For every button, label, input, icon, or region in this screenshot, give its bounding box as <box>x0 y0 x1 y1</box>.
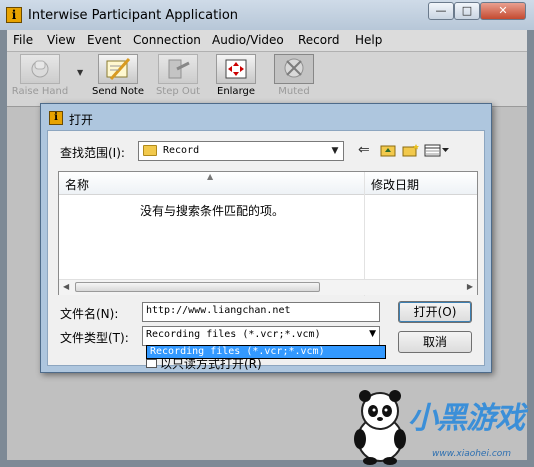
muted-button[interactable]: Muted <box>269 54 319 97</box>
chevron-down-icon[interactable]: ▼ <box>327 142 343 160</box>
step-out-icon <box>158 54 198 84</box>
menu-view[interactable]: View <box>47 33 75 47</box>
app-icon[interactable]: i <box>6 7 22 23</box>
back-arrow-icon[interactable]: ⇐ <box>358 143 370 157</box>
menu-audio-video[interactable]: Audio/Video <box>212 33 284 47</box>
filetype-option[interactable]: Recording files (*.vcr;*.vcm) <box>147 346 385 358</box>
filetype-label: 文件类型(T): <box>60 331 129 345</box>
look-in-label: 查找范围(I): <box>60 146 125 160</box>
raise-hand-icon <box>20 54 60 84</box>
dialog-app-icon: i <box>49 111 63 125</box>
scroll-right-icon[interactable]: ▶ <box>467 282 473 291</box>
filetype-dropdown-list[interactable]: Recording files (*.vcr;*.vcm) <box>146 345 386 359</box>
note-pencil-icon <box>98 54 138 84</box>
muted-icon <box>274 54 314 84</box>
empty-list-message: 没有与搜索条件匹配的项。 <box>139 204 284 218</box>
filename-input[interactable]: http://www.liangchan.net <box>142 302 380 322</box>
new-folder-icon[interactable] <box>402 143 420 160</box>
minimize-button[interactable]: — <box>428 2 454 20</box>
filetype-select[interactable]: Recording files (*.vcr;*.vcm) ▼ <box>142 326 380 346</box>
raise-hand-button[interactable]: Raise Hand <box>11 54 69 97</box>
step-out-button[interactable]: Step Out <box>153 54 203 97</box>
panda-icon <box>354 390 406 465</box>
watermark-text: 小黑游戏 <box>408 401 525 436</box>
open-button[interactable]: 打开(O) <box>398 301 472 323</box>
enlarge-label: Enlarge <box>217 86 255 97</box>
filetype-value: Recording files (*.vcr;*.vcm) <box>146 329 321 340</box>
view-menu-icon[interactable] <box>424 143 450 160</box>
enlarge-button[interactable]: Enlarge <box>211 54 261 97</box>
list-header: 名称 ▲ 修改日期 <box>59 172 477 195</box>
watermark-logo: 小黑游戏 www.xiaohei.com <box>350 385 534 467</box>
chevron-down-icon[interactable]: ▼ <box>77 68 83 77</box>
column-separator <box>364 172 365 296</box>
enlarge-arrows-icon <box>216 54 256 84</box>
menu-help[interactable]: Help <box>355 33 382 47</box>
toolbar: Raise Hand ▼ Send Note Step Out Enlarge <box>7 52 527 107</box>
open-file-dialog: i 打开 查找范围(I): Record ▼ ⇐ 名称 ▲ 修改日期 没有与搜索… <box>40 103 492 373</box>
send-note-button[interactable]: Send Note <box>91 54 145 97</box>
maximize-button[interactable]: □ <box>454 2 480 20</box>
watermark-url: www.xiaohei.com <box>432 449 512 459</box>
muted-label: Muted <box>278 86 310 97</box>
menu-file[interactable]: File <box>13 33 33 47</box>
dialog-title: 打开 <box>69 113 94 127</box>
menu-event[interactable]: Event <box>87 33 121 47</box>
readonly-checkbox[interactable] <box>146 359 157 368</box>
folder-icon <box>143 145 157 156</box>
raise-hand-label: Raise Hand <box>11 86 69 97</box>
menu-record[interactable]: Record <box>298 33 339 47</box>
column-name[interactable]: 名称 <box>65 176 89 193</box>
send-note-label: Send Note <box>91 86 145 97</box>
up-folder-icon[interactable] <box>380 143 396 160</box>
dialog-body: 查找范围(I): Record ▼ ⇐ 名称 ▲ 修改日期 没有与搜索条件匹配的… <box>47 130 485 371</box>
cancel-button[interactable]: 取消 <box>398 331 472 353</box>
close-button[interactable]: ✕ <box>480 2 526 20</box>
step-out-label: Step Out <box>155 86 201 97</box>
menu-connection[interactable]: Connection <box>133 33 201 47</box>
look-in-dropdown[interactable]: Record ▼ <box>138 141 344 161</box>
scrollbar-thumb[interactable] <box>75 282 320 292</box>
horizontal-scrollbar[interactable]: ◀ ▶ <box>59 279 477 295</box>
window-title: Interwise Participant Application <box>28 8 239 23</box>
title-bar[interactable]: i Interwise Participant Application — □ … <box>0 0 534 30</box>
scroll-left-icon[interactable]: ◀ <box>63 282 69 291</box>
menu-bar: File View Event Connection Audio/Video R… <box>7 30 527 52</box>
look-in-value: Record <box>163 145 200 156</box>
filename-label: 文件名(N): <box>60 307 119 321</box>
file-list[interactable]: 名称 ▲ 修改日期 没有与搜索条件匹配的项。 ◀ ▶ <box>58 171 478 296</box>
sort-ascending-icon: ▲ <box>207 172 214 181</box>
chevron-down-icon[interactable]: ▼ <box>369 329 376 339</box>
column-date-modified[interactable]: 修改日期 <box>371 176 419 193</box>
